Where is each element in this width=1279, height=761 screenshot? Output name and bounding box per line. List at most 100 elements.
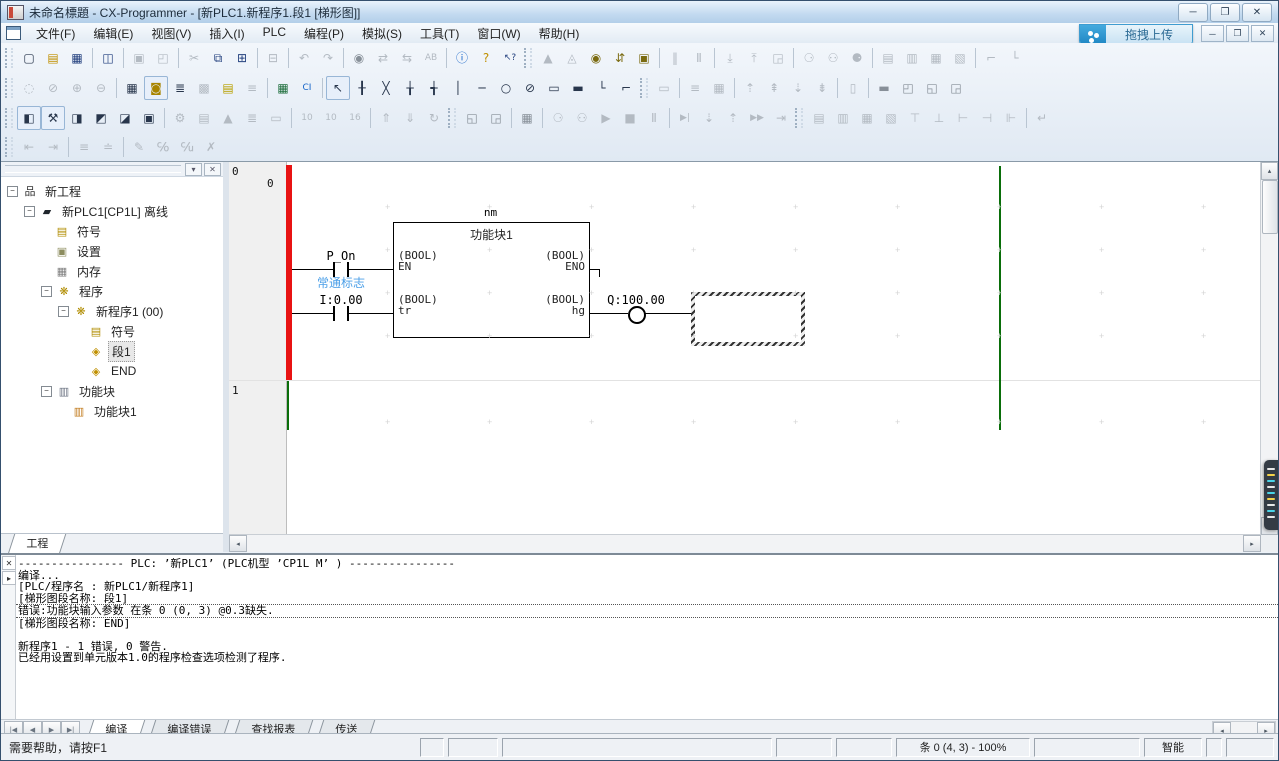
- fast-forward-icon[interactable]: ▶▶: [745, 106, 769, 130]
- toolbar-grip[interactable]: [5, 48, 13, 68]
- page-z-icon[interactable]: ◰: [896, 76, 920, 100]
- indent-decrease-icon[interactable]: ⇤: [17, 135, 41, 159]
- move-up-x-icon[interactable]: ⇞: [762, 76, 786, 100]
- menu-7[interactable]: 模拟(S): [353, 23, 411, 44]
- new-coil-icon[interactable]: ○: [494, 76, 518, 100]
- print-preview-icon[interactable]: ◰: [151, 46, 175, 70]
- vertical-list-icon[interactable]: ▯: [841, 76, 865, 100]
- contact1-label[interactable]: P_On: [311, 249, 371, 263]
- compile-all-icon[interactable]: ◬: [560, 46, 584, 70]
- mdi-minimize-button[interactable]: ─: [1201, 25, 1224, 42]
- tree-item-功能块[interactable]: −▥功能块: [1, 381, 223, 401]
- output-close-icon[interactable]: ✕: [2, 556, 16, 570]
- indent-increase-icon[interactable]: ⇥: [41, 135, 65, 159]
- print-icon[interactable]: ▣: [127, 46, 151, 70]
- monitor-run-icon[interactable]: ⚆: [797, 46, 821, 70]
- show-shortcut-icon[interactable]: ▩: [192, 76, 216, 100]
- monitor-mode-icon[interactable]: ◲: [484, 106, 508, 130]
- toolbar-grip[interactable]: [640, 78, 648, 98]
- pen-percent-icon[interactable]: ℅: [151, 135, 175, 159]
- netdisk-upload-overlay[interactable]: 拖拽上传: [1079, 24, 1193, 45]
- new-file-icon[interactable]: ▢: [17, 46, 41, 70]
- show-symbol-bar-icon[interactable]: ▤: [216, 76, 240, 100]
- monitor-stop-icon[interactable]: ⚇: [821, 46, 845, 70]
- toolbar-grip[interactable]: [795, 108, 803, 128]
- monitor-edit-icon[interactable]: ⚈: [845, 46, 869, 70]
- zoom-select-icon[interactable]: ◌: [17, 76, 41, 100]
- coil-label[interactable]: Q:100.00: [598, 293, 674, 307]
- move-down-v-icon[interactable]: ⇣: [786, 76, 810, 100]
- substitute-icon[interactable]: ⇆: [395, 46, 419, 70]
- watch-window-icon[interactable]: ◨: [65, 106, 89, 130]
- set-value-icon[interactable]: ▤: [807, 106, 831, 130]
- paste-icon[interactable]: ⊞: [230, 46, 254, 70]
- pause-hand-icon[interactable]: ⚆: [546, 106, 570, 130]
- redo-icon[interactable]: ↷: [316, 46, 340, 70]
- new-or-contact-icon[interactable]: ╁: [398, 76, 422, 100]
- decimal-icon[interactable]: 10: [295, 106, 319, 130]
- return-jump-icon[interactable]: ↵: [1030, 106, 1054, 130]
- page-v-icon[interactable]: ◲: [944, 76, 968, 100]
- workspace-close-button[interactable]: ✕: [204, 163, 221, 176]
- new-vertical-icon[interactable]: │: [446, 76, 470, 100]
- stop-hand-icon[interactable]: ⚇: [570, 106, 594, 130]
- about-icon[interactable]: ⓘ: [450, 46, 474, 70]
- step-out-icon[interactable]: ⇡: [721, 106, 745, 130]
- toolbar-grip[interactable]: [5, 137, 13, 157]
- pause-sim-icon[interactable]: Ⅱ: [642, 106, 666, 130]
- pen-percent2-icon[interactable]: ℆: [175, 135, 199, 159]
- verify-page-icon[interactable]: ◲: [766, 46, 790, 70]
- diff-both-icon[interactable]: ⊥: [927, 106, 951, 130]
- page-up-icon[interactable]: ⇑: [374, 106, 398, 130]
- transfer-warning-icon[interactable]: ⇵: [608, 46, 632, 70]
- menu-8[interactable]: 工具(T): [411, 23, 468, 44]
- new-closed-coil-icon[interactable]: ⊘: [518, 76, 542, 100]
- output-line[interactable]: 已经用设置到单元版本1.0的程序检查选项检测了程序.: [16, 652, 1278, 664]
- show-hierarchy-icon[interactable]: ≡: [240, 76, 264, 100]
- menu-10[interactable]: 帮助(H): [530, 23, 589, 44]
- maximize-button[interactable]: ❐: [1210, 3, 1240, 22]
- refresh-icon[interactable]: ↻: [422, 106, 446, 130]
- dark-monitor-icon[interactable]: ▬: [872, 76, 896, 100]
- output-text[interactable]: ---------------- PLC: ’新PLC1’ (PLC机型 ’CP…: [16, 558, 1278, 720]
- undo-icon[interactable]: ↶: [292, 46, 316, 70]
- io-monitor-icon[interactable]: ▦: [924, 46, 948, 70]
- tree-expander[interactable]: −: [24, 206, 35, 217]
- diff-tree-icon[interactable]: ⊣: [975, 106, 999, 130]
- menu-4[interactable]: 插入(I): [200, 23, 253, 44]
- workspace-dropdown-button[interactable]: ▾: [185, 163, 202, 176]
- page-down-icon[interactable]: ⇓: [398, 106, 422, 130]
- output-line[interactable]: [PLC/程序名 : 新PLC1/新程序1]: [16, 581, 1278, 593]
- show-sma-icon[interactable]: ▦: [271, 76, 295, 100]
- properties-icon[interactable]: ▣: [137, 106, 161, 130]
- tab-project[interactable]: 工程: [8, 534, 66, 554]
- zoom-cancel-icon[interactable]: ⊘: [41, 76, 65, 100]
- contact2-label[interactable]: I:0.00: [307, 293, 375, 307]
- new-instruction-icon[interactable]: ▭: [542, 76, 566, 100]
- menu-2[interactable]: 编辑(E): [84, 23, 142, 44]
- output-line[interactable]: 编译...: [16, 570, 1278, 582]
- diff-down-icon[interactable]: ⊢: [951, 106, 975, 130]
- tree-item-设置[interactable]: ▣设置: [1, 241, 223, 261]
- copy-icon[interactable]: ⧉: [206, 46, 230, 70]
- tree-expander[interactable]: −: [41, 386, 52, 397]
- output-line[interactable]: [梯形图段名称: END]: [16, 618, 1278, 630]
- close-button[interactable]: ✕: [1242, 3, 1272, 22]
- new-inverted-instruction-icon[interactable]: ▬: [566, 76, 590, 100]
- tree-item-END[interactable]: ◈END: [1, 361, 223, 381]
- io-memory-icon[interactable]: ▥: [900, 46, 924, 70]
- cut-icon[interactable]: ✂: [182, 46, 206, 70]
- tree-expander[interactable]: −: [58, 306, 69, 317]
- workspace-grip[interactable]: [5, 165, 181, 173]
- tree-expander[interactable]: −: [41, 286, 52, 297]
- output-line[interactable]: [梯形图段名称: 段1]: [16, 593, 1278, 605]
- show-rung-list-icon[interactable]: ≣: [168, 76, 192, 100]
- mdi-close-button[interactable]: ✕: [1251, 25, 1274, 42]
- menu-6[interactable]: 编程(P): [295, 23, 353, 44]
- output-coil[interactable]: [628, 306, 646, 324]
- scroll-right-arrow[interactable]: ▸: [1243, 535, 1261, 552]
- symbol-verify-icon[interactable]: ▤: [192, 106, 216, 130]
- save-icon[interactable]: ▦: [65, 46, 89, 70]
- io-table-icon[interactable]: ▤: [876, 46, 900, 70]
- signed-decimal-icon[interactable]: 10: [319, 106, 343, 130]
